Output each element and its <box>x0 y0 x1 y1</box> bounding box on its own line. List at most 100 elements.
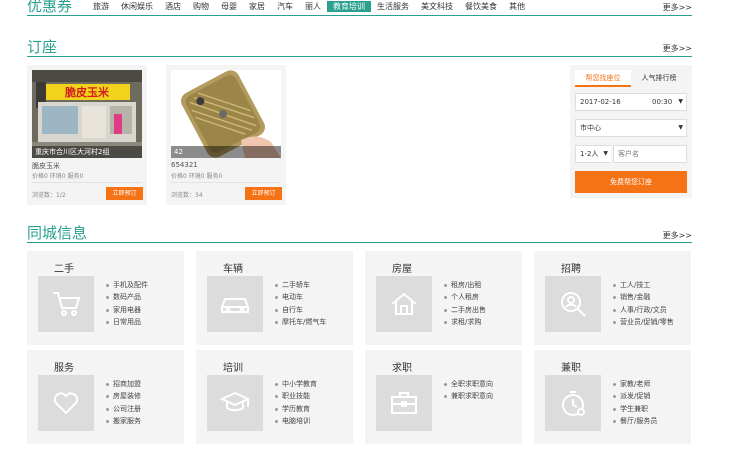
coupon-category[interactable]: 美文科技 <box>415 1 459 12</box>
tile-link[interactable]: 求租/求购 <box>443 316 486 328</box>
coupon-category[interactable]: 汽车 <box>271 1 299 12</box>
tile-link[interactable]: 销售/金融 <box>612 291 674 303</box>
card-stats: 价格0 环境0 服务0 <box>171 173 223 180</box>
tile-title[interactable]: 服务 <box>54 359 74 374</box>
category-tile-secondhand[interactable]: 二手 手机及配件 数码产品 家用电器 日常用品 <box>27 251 184 345</box>
local-info-title: 同城信息 <box>27 224 88 242</box>
tile-link[interactable]: 个人租房 <box>443 291 486 303</box>
restaurant-card[interactable]: 脆皮玉米 重庆市合川区大河村2组 脆皮玉米 价格0 环境0 服务0 浏览数：1/… <box>27 65 147 205</box>
coupon-category[interactable]: 旅游 <box>87 1 115 12</box>
tile-link[interactable]: 电脑培训 <box>274 415 317 427</box>
tab-find-seat[interactable]: 帮您找座位 <box>575 70 631 87</box>
tile-link[interactable]: 职业技能 <box>274 390 317 402</box>
coupon-category[interactable]: 生活服务 <box>371 1 415 12</box>
category-tile-vehicles[interactable]: 车辆 二手轿车 电动车 自行车 摩托车/燃气车 <box>196 251 353 345</box>
coupon-category[interactable]: 酒店 <box>159 1 187 12</box>
tile-link[interactable]: 学历教育 <box>274 403 317 415</box>
tile-title[interactable]: 求职 <box>392 359 412 374</box>
coupon-category[interactable]: 其他 <box>503 1 531 12</box>
tab-popularity-ranking[interactable]: 人气排行榜 <box>631 70 687 87</box>
date-value[interactable]: 2017-02-16 <box>580 98 621 106</box>
book-now-button[interactable]: 立即预订 <box>106 187 143 200</box>
tile-title[interactable]: 房屋 <box>392 260 412 275</box>
tile-link-list: 工人/技工 销售/金融 人事/行政/文员 营业员/促销/零售 <box>612 279 674 328</box>
category-tile-part-time[interactable]: 兼职 家教/老师 派发/促销 学生兼职 餐厅/服务员 <box>534 350 691 444</box>
category-tile-services[interactable]: 服务 招商加盟 房屋装修 公司注册 搬家服务 <box>27 350 184 444</box>
category-tile-job-seeking[interactable]: 求职 全职求职意向 兼职求职意向 <box>365 350 522 444</box>
tile-link[interactable]: 二手房出售 <box>443 304 486 316</box>
tile-link[interactable]: 摩托车/燃气车 <box>274 316 326 328</box>
tile-link[interactable]: 数码产品 <box>105 291 148 303</box>
tile-link-list: 中小学教育 职业技能 学历教育 电脑培训 <box>274 378 317 427</box>
tile-link[interactable]: 手机及配件 <box>105 279 148 291</box>
tile-link[interactable]: 家用电器 <box>105 304 148 316</box>
tile-link[interactable]: 电动车 <box>274 291 326 303</box>
heart-icon[interactable] <box>38 375 94 431</box>
date-time-field[interactable]: 2017-02-16 00:30 ▼ <box>575 93 687 111</box>
divider <box>32 182 142 183</box>
tile-link[interactable]: 营业员/促销/零售 <box>612 316 674 328</box>
tile-link-list: 手机及配件 数码产品 家用电器 日常用品 <box>105 279 148 328</box>
tile-link[interactable]: 派发/促销 <box>612 390 657 402</box>
tile-link[interactable]: 房屋装修 <box>105 390 141 402</box>
tile-link[interactable]: 公司注册 <box>105 403 141 415</box>
tile-link[interactable]: 工人/技工 <box>612 279 674 291</box>
house-icon[interactable] <box>376 276 432 332</box>
magnifier-person-icon[interactable] <box>545 276 601 332</box>
booking-more-link[interactable]: 更多>> <box>663 43 692 54</box>
tile-link-list: 家教/老师 派发/促销 学生兼职 餐厅/服务员 <box>612 378 657 427</box>
area-select[interactable]: 市中心 ▼ <box>575 119 687 137</box>
coupon-category-active[interactable]: 教育培训 <box>327 1 371 12</box>
graduation-cap-icon[interactable] <box>207 375 263 431</box>
tile-title[interactable]: 兼职 <box>561 359 581 374</box>
people-select[interactable]: 1-2人 ▼ <box>575 145 611 163</box>
tile-link[interactable]: 租房/出租 <box>443 279 486 291</box>
coupon-category[interactable]: 休闲娱乐 <box>115 1 159 12</box>
guest-name-input[interactable] <box>613 145 687 163</box>
tile-link[interactable]: 兼职求职意向 <box>443 390 493 402</box>
tile-link[interactable]: 家教/老师 <box>612 378 657 390</box>
card-browse-count: 浏览数：1/2 <box>32 192 66 199</box>
storefront-photo: 脆皮玉米 <box>32 70 142 158</box>
tile-link[interactable]: 人事/行政/文员 <box>612 304 674 316</box>
coupon-category[interactable]: 购物 <box>187 1 215 12</box>
time-value[interactable]: 00:30 <box>652 94 672 110</box>
card-name: 654321 <box>171 161 198 169</box>
people-value: 1-2人 <box>580 150 599 158</box>
tile-link[interactable]: 招商加盟 <box>105 378 141 390</box>
tile-link[interactable]: 全职求职意向 <box>443 378 493 390</box>
cart-icon[interactable] <box>38 276 94 332</box>
book-now-button[interactable]: 立即预订 <box>245 187 282 200</box>
coupon-category[interactable]: 丽人 <box>299 1 327 12</box>
tile-link[interactable]: 二手轿车 <box>274 279 326 291</box>
tile-link[interactable]: 中小学教育 <box>274 378 317 390</box>
category-tile-training[interactable]: 培训 中小学教育 职业技能 学历教育 电脑培训 <box>196 350 353 444</box>
area-value: 市中心 <box>580 124 601 132</box>
tile-link[interactable]: 自行车 <box>274 304 326 316</box>
reservation-tabs: 帮您找座位 人气排行榜 <box>575 70 687 87</box>
storefront-sign-text: 脆皮玉米 <box>64 85 110 99</box>
coupon-category[interactable]: 餐饮美食 <box>459 1 503 12</box>
tile-title[interactable]: 招聘 <box>561 260 581 275</box>
stopwatch-icon[interactable] <box>545 375 601 431</box>
restaurant-card[interactable]: 42 654321 价格0 环境0 服务0 浏览数：34 立即预订 <box>166 65 286 205</box>
tile-link-list: 全职求职意向 兼职求职意向 <box>443 378 493 403</box>
coupon-category[interactable]: 母婴 <box>215 1 243 12</box>
coupon-more-link[interactable]: 更多>> <box>663 2 692 13</box>
tile-link-list: 招商加盟 房屋装修 公司注册 搬家服务 <box>105 378 141 427</box>
tile-link[interactable]: 搬家服务 <box>105 415 141 427</box>
car-icon[interactable] <box>207 276 263 332</box>
tile-link[interactable]: 餐厅/服务员 <box>612 415 657 427</box>
free-reserve-button[interactable]: 免费帮您订座 <box>575 171 687 193</box>
coupon-title: 优惠券 <box>27 0 73 15</box>
tile-title[interactable]: 车辆 <box>223 260 243 275</box>
briefcase-icon[interactable] <box>376 375 432 431</box>
coupon-category[interactable]: 家居 <box>243 1 271 12</box>
category-tile-recruitment[interactable]: 招聘 工人/技工 销售/金融 人事/行政/文员 营业员/促销/零售 <box>534 251 691 345</box>
tile-link[interactable]: 学生兼职 <box>612 403 657 415</box>
category-tile-housing[interactable]: 房屋 租房/出租 个人租房 二手房出售 求租/求购 <box>365 251 522 345</box>
tile-title[interactable]: 培训 <box>223 359 243 374</box>
tile-title[interactable]: 二手 <box>54 260 74 275</box>
tile-link[interactable]: 日常用品 <box>105 316 148 328</box>
local-more-link[interactable]: 更多>> <box>663 230 692 241</box>
